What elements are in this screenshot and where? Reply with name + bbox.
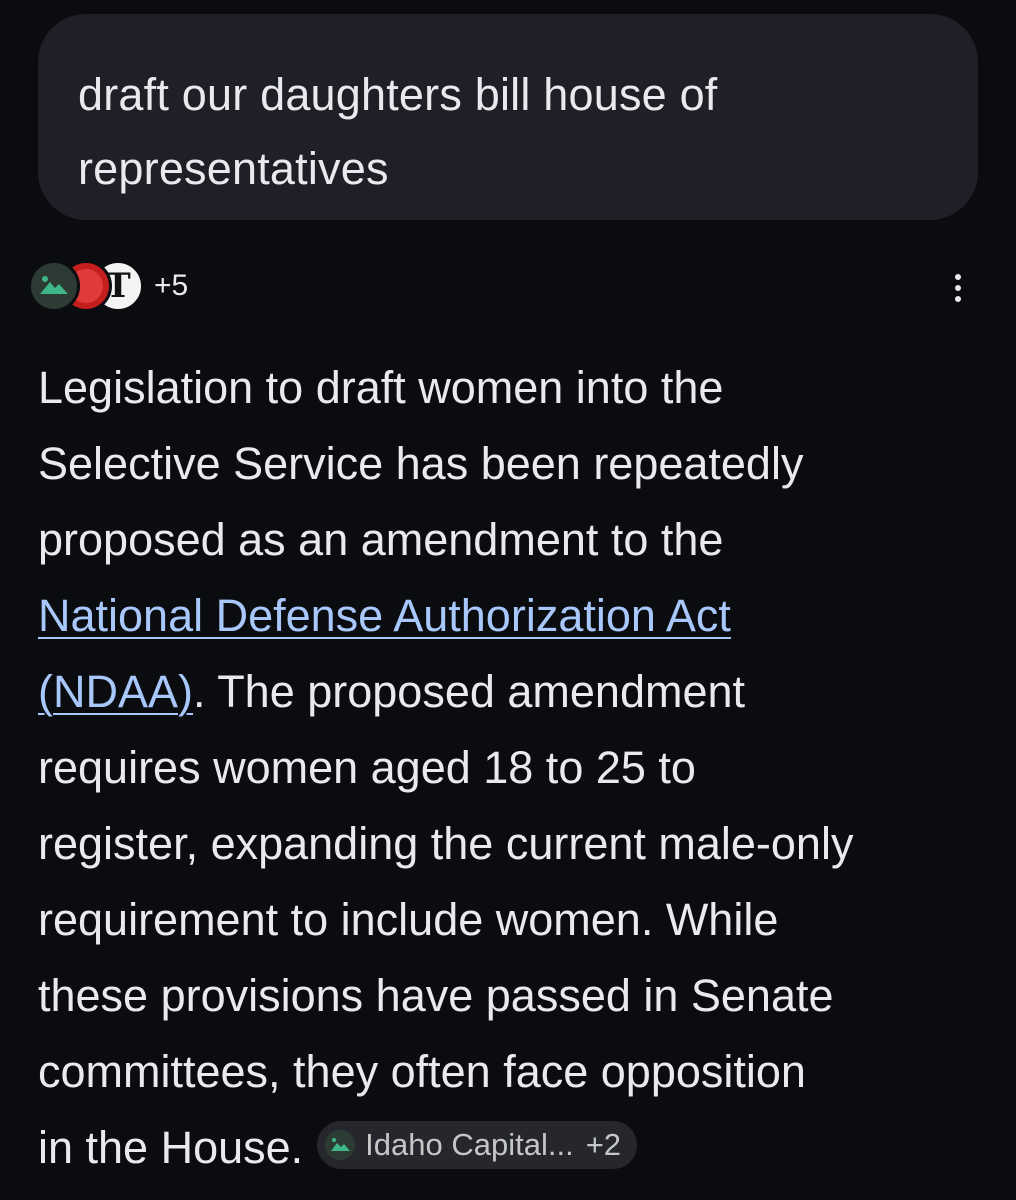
ndaa-link-part-2[interactable]: (NDAA) [38, 666, 193, 717]
query-text-line-2: representatives [78, 143, 389, 194]
ai-response-screen: draft our daughters bill house of repres… [0, 0, 1016, 1200]
citation-label: Idaho Capital... [365, 1127, 574, 1163]
query-text-line-1: draft our daughters bill house of [78, 69, 718, 120]
answer-text-fragment: in the House. [38, 1122, 304, 1173]
sources-more-count: +5 [154, 269, 189, 302]
sources-stack[interactable]: T +5 [28, 256, 188, 316]
citation-extra-count: +2 [585, 1127, 622, 1163]
answer-line: these provisions have passed in Senate [38, 970, 834, 1021]
answer-line-link: National Defense Authorization Act [38, 578, 988, 654]
answer-text: Legislation to draft women into the Sele… [38, 350, 988, 1186]
mountain-icon [28, 260, 80, 312]
answer-line: committees, they often face opposition [38, 1046, 806, 1097]
answer-line: Selective Service has been repeatedly [38, 438, 804, 489]
answer-last-line: in the House. Idaho Capital... +2 [38, 1110, 988, 1186]
citation-chip[interactable]: Idaho Capital... +2 [317, 1121, 638, 1170]
answer-line: requirement to include women. While [38, 894, 779, 945]
answer-line: register, expanding the current male-onl… [38, 818, 854, 869]
answer-line-link-continued: (NDAA). The proposed amendment [38, 654, 988, 730]
answer-line: requires women aged 18 to 25 to [38, 742, 696, 793]
user-query-bubble: draft our daughters bill house of repres… [38, 14, 978, 220]
more-options-icon[interactable] [940, 266, 976, 310]
answer-text-fragment: . The proposed amendment [193, 666, 746, 717]
ndaa-link-part-1[interactable]: National Defense Authorization Act [38, 590, 731, 641]
answer-line: proposed as an amendment to the [38, 514, 724, 565]
mountain-icon [325, 1130, 356, 1161]
answer-line: Legislation to draft women into the [38, 362, 724, 413]
